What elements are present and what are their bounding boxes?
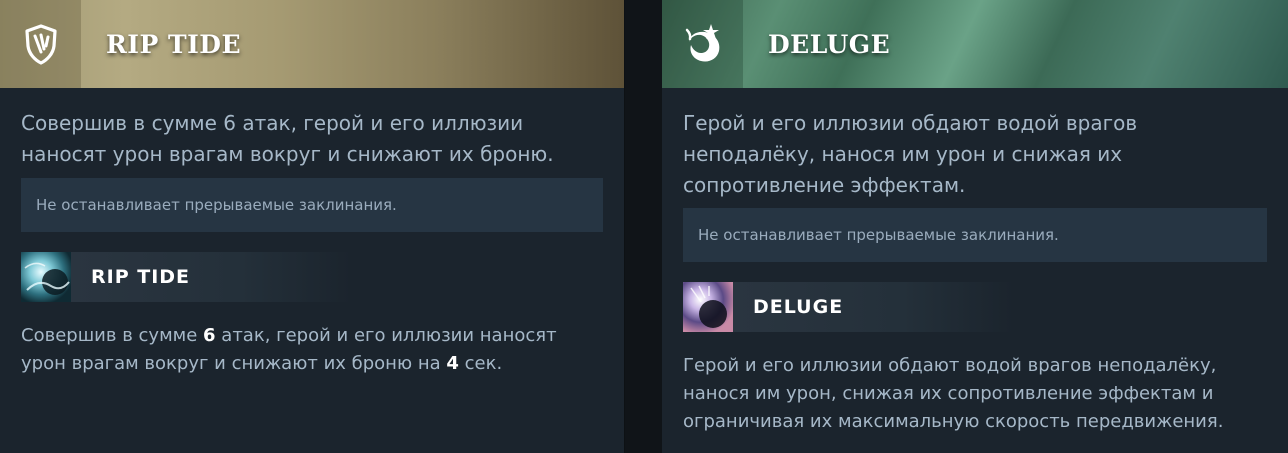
ability-description: Герой и его иллюзии обдают водой врагов … [683, 355, 1224, 432]
facet-card-deluge: DELUGE Герой и его иллюзии обдают водой … [662, 0, 1288, 453]
deluge-ability-icon [683, 282, 733, 332]
facet-comparison: RIP TIDE Совершив в сумме 6 атак, герой … [0, 0, 1288, 453]
facet-card-rip-tide: RIP TIDE Совершив в сумме 6 атак, герой … [0, 0, 625, 453]
facet-description: Совершив в сумме 6 атак, герой и его илл… [21, 111, 554, 166]
ability-row[interactable]: DELUGE [683, 282, 1013, 332]
ability-name: DELUGE [733, 282, 1013, 332]
flame-splash-icon [662, 0, 743, 88]
shield-claw-icon [0, 0, 81, 88]
facet-description: Герой и его иллюзии обдают водой врагов … [683, 111, 1138, 197]
ability-name: RIP TIDE [71, 252, 351, 302]
ability-value-attacks: 6 [203, 325, 216, 346]
ability-desc-text-a: Совершив в сумме [21, 325, 204, 346]
facet-note: Не останавливает прерываемые заклинания. [683, 208, 1267, 262]
facet-note: Не останавливает прерываемые заклинания. [21, 178, 603, 232]
rip-tide-ability-icon [21, 252, 71, 302]
facet-header: DELUGE [662, 0, 1288, 88]
ability-value-duration: 4 [446, 353, 459, 374]
facet-header: RIP TIDE [0, 0, 624, 88]
ability-desc-text-c: сек. [458, 353, 503, 374]
ability-row[interactable]: RIP TIDE [21, 252, 351, 302]
facet-title: DELUGE [768, 29, 891, 59]
facet-title: RIP TIDE [106, 29, 242, 59]
ability-description: Совершив в сумме 6 атак, герой и его илл… [21, 322, 604, 378]
